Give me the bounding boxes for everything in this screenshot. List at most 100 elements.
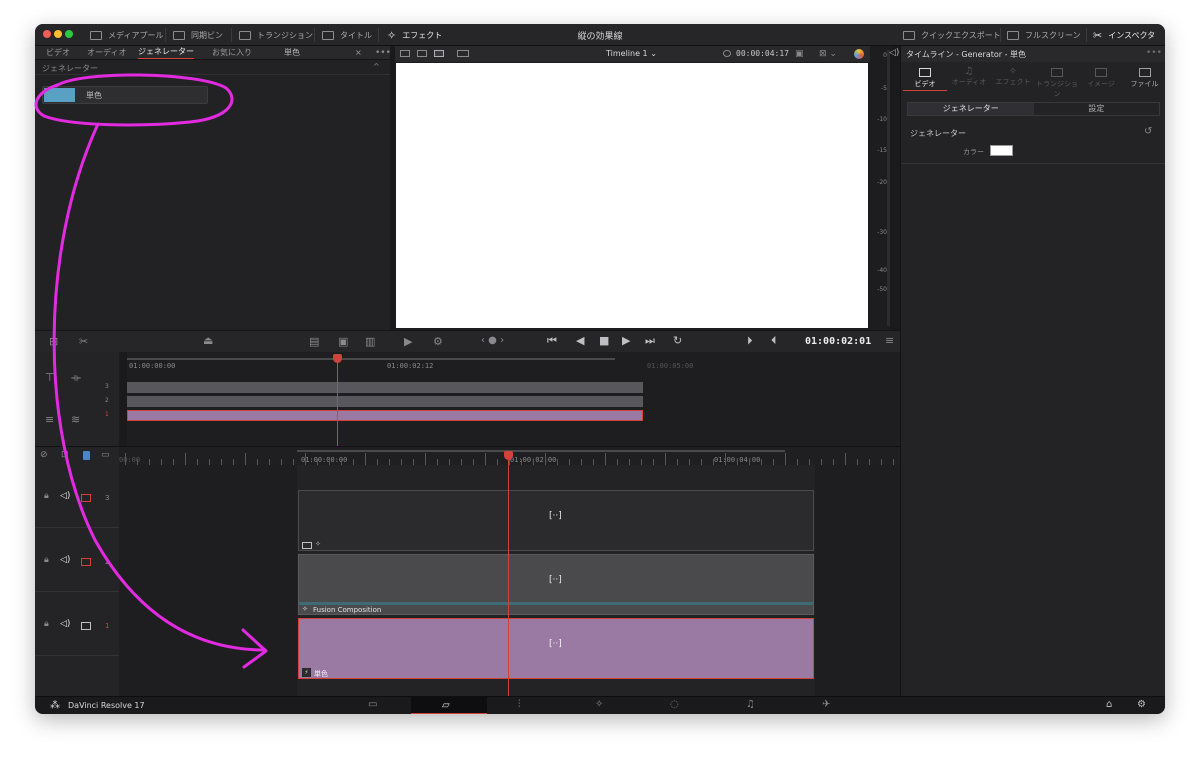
ruler-tick (185, 453, 186, 465)
link-icon[interactable]: ⊘ (40, 451, 48, 460)
minimize-window-button[interactable] (54, 30, 62, 38)
transform-icon[interactable]: ⊠ ⌄ (819, 49, 837, 59)
video-disabled-icon[interactable] (81, 494, 91, 502)
media-pool-button[interactable]: メディアプール (90, 24, 163, 46)
titles-button[interactable]: タイトル (322, 24, 372, 46)
video-disabled-icon[interactable] (81, 558, 91, 566)
color-picker-swatch[interactable] (990, 145, 1013, 156)
fusion-page-icon[interactable]: ✧ (595, 700, 603, 710)
insert-clip-icon[interactable]: ▤ (309, 336, 319, 347)
collapse-icon[interactable]: ^ (373, 62, 380, 71)
clip-insert-icon[interactable]: ⊞ (49, 336, 58, 347)
effects-button[interactable]: ✧ エフェクト (387, 24, 442, 46)
inspector-more-icon[interactable]: ••• (1146, 48, 1162, 58)
lift-icon[interactable]: ⏏ (203, 335, 213, 346)
next-edit-icon[interactable]: ⏵ (747, 335, 753, 346)
menu-icon[interactable]: ≡ (885, 335, 894, 346)
transition-tab-icon (1051, 68, 1063, 77)
track-options-icon[interactable]: ≋ (71, 414, 80, 425)
mini-track-number: 2 (105, 397, 109, 404)
tab-generators[interactable]: ジェネレーター (138, 46, 194, 59)
viewer-canvas[interactable] (396, 63, 868, 328)
speaker-icon[interactable]: ◁) (60, 556, 70, 565)
replace-clip-icon[interactable]: ▥ (365, 336, 375, 347)
inspector-button[interactable]: ✂ インスペクタ (1093, 24, 1155, 46)
subtab-settings[interactable]: 設定 (1034, 103, 1160, 115)
settings-sliders-icon[interactable]: ⚙ (433, 336, 443, 347)
generator-item-solid-color[interactable]: 単色 (42, 86, 208, 104)
track-header-v3[interactable]: 🔒︎ ◁) 3 (35, 465, 119, 528)
timeline-name[interactable]: Timeline 1 ⌄ (606, 49, 657, 58)
lock-icon[interactable]: 🔒︎ (44, 620, 49, 629)
snap-icon[interactable]: ⊤ (45, 372, 55, 383)
color-page-icon[interactable]: ◌ (670, 700, 679, 710)
sync-bin-button[interactable]: 同期ビン (173, 24, 223, 46)
reset-icon[interactable]: ↺ (1144, 126, 1152, 137)
fullscreen-button[interactable]: フルスクリーン (1007, 24, 1081, 46)
viewer-mode-icon[interactable] (400, 50, 410, 57)
close-search-icon[interactable]: × (355, 48, 362, 57)
tab-favorites[interactable]: お気に入り (212, 47, 252, 58)
quick-export-button[interactable]: クイックエクスポート (903, 24, 1001, 46)
viewer-grid-icon[interactable] (434, 50, 444, 57)
play-region-icon[interactable]: ▶ (404, 336, 412, 347)
overwrite-clip-icon[interactable]: ▣ (338, 336, 348, 347)
speaker-icon[interactable]: ◁) (889, 48, 899, 58)
go-to-end-icon[interactable]: ⏭ (645, 335, 655, 346)
media-page-icon[interactable]: ▭ (368, 700, 377, 710)
color-wheel-icon[interactable] (854, 49, 864, 59)
viewer-layout-icon[interactable] (417, 50, 427, 57)
play-icon[interactable]: ▶ (622, 335, 630, 346)
go-to-start-icon[interactable]: ⏮ (547, 335, 557, 346)
search-tag[interactable]: 単色 (284, 47, 300, 58)
tab-video[interactable]: ビデオ (46, 47, 70, 58)
fairlight-page-icon[interactable]: ♫ (746, 700, 755, 710)
cut-page-icon[interactable]: ⫶ (518, 700, 521, 710)
track-header-v2[interactable]: 🔒︎ ◁) 2 (35, 529, 119, 592)
reverse-play-icon[interactable]: ◀ (576, 335, 584, 346)
clip-track-3[interactable]: [··] ✧ (298, 490, 814, 551)
close-window-button[interactable] (43, 30, 51, 38)
previous-edit-icon[interactable]: ⏴ (771, 335, 777, 346)
track-header-v1[interactable]: 🔒︎ ◁) 1 (35, 593, 119, 656)
marker-flag-icon[interactable] (83, 451, 90, 460)
home-icon[interactable]: ⌂ (1106, 700, 1112, 710)
transitions-button[interactable]: トランジション (239, 24, 313, 46)
lock-icon[interactable]: 🔒︎ (44, 492, 49, 501)
inspector-tab-audio[interactable]: ♫ オーディオ (947, 65, 991, 91)
inspector-title: タイムライン - Generator - 単色 (906, 50, 1027, 59)
gear-icon[interactable]: ⚙ (1137, 700, 1146, 710)
loop-icon[interactable]: ↻ (673, 335, 682, 346)
inspector-tab-effects[interactable]: ✧ エフェクト (991, 65, 1035, 91)
speaker-icon[interactable]: ◁) (60, 492, 70, 501)
jog-control-icon[interactable]: ‹ ● › (481, 336, 504, 346)
clip-solid-color[interactable]: [··] ⚡ 単色 (298, 618, 814, 679)
position-lock-icon[interactable]: ▭ (101, 451, 110, 460)
inspector-tab-image[interactable]: イメージ (1079, 65, 1123, 91)
track-height-icon[interactable]: ≡ (45, 414, 54, 425)
mini-clip-track-3[interactable] (127, 382, 643, 393)
viewer-size-icon[interactable] (457, 50, 469, 57)
subtab-generator[interactable]: ジェネレーター (908, 103, 1034, 115)
snapping-icon[interactable]: ⊡ (61, 451, 69, 460)
speaker-icon[interactable]: ◁) (60, 620, 70, 629)
clip-fusion-composition[interactable]: [··] ✧ Fusion Composition (298, 554, 814, 615)
clip-label: 単色 (314, 670, 328, 678)
camera-icon[interactable]: ▣ (795, 49, 804, 59)
tab-audio[interactable]: オーディオ (87, 47, 126, 58)
video-enabled-icon[interactable] (81, 622, 91, 630)
lock-icon[interactable]: 🔒︎ (44, 556, 49, 565)
inspector-tab-transition[interactable]: トランジション (1035, 65, 1079, 98)
razor-icon[interactable]: ✂ (79, 336, 88, 347)
inspector-tab-video[interactable]: ビデオ (903, 65, 947, 91)
more-options-icon[interactable]: ••• (375, 48, 391, 58)
viewer-header: ••• Timeline 1 ⌄ 00:00:04:17 ▣ ⊠ ⌄ (375, 46, 870, 62)
mini-clip-track-1[interactable] (127, 410, 643, 421)
mini-clip-track-2[interactable] (127, 396, 643, 407)
zoom-window-button[interactable] (65, 30, 73, 38)
stop-icon[interactable]: ■ (599, 335, 609, 346)
edit-page-tab[interactable]: ▱ (411, 697, 487, 714)
inspector-tab-file[interactable]: ファイル (1123, 65, 1165, 91)
trim-icon[interactable]: ⟛ (71, 372, 81, 383)
deliver-page-icon[interactable]: ✈ (822, 700, 830, 710)
